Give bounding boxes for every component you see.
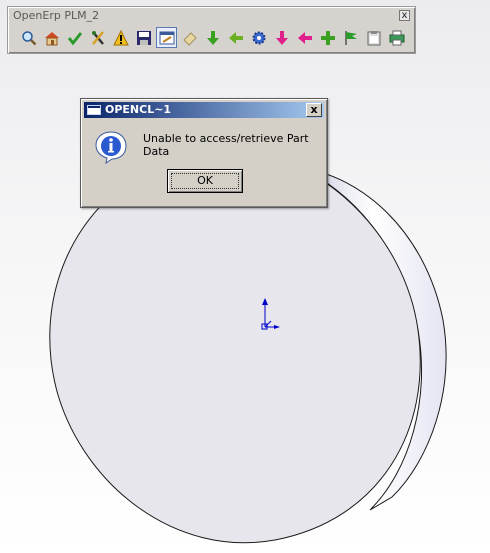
- edit-window-button[interactable]: [156, 27, 177, 48]
- print-button[interactable]: [386, 27, 407, 48]
- plm-toolbar-window: OpenErp PLM_2 x: [7, 6, 416, 54]
- arrow-left-green-icon: [228, 31, 243, 44]
- toolbar-close-button[interactable]: x: [399, 10, 410, 21]
- warning-button[interactable]: [110, 27, 131, 48]
- info-icon: [94, 130, 128, 168]
- settings-button[interactable]: [248, 27, 269, 48]
- search-icon: [21, 30, 36, 45]
- clipboard-icon: [367, 30, 380, 45]
- dialog-title: OPENCL~1: [105, 103, 172, 116]
- printer-icon: [389, 30, 404, 45]
- dialog-titlebar[interactable]: OPENCL~1 x: [84, 102, 324, 118]
- model-viewport[interactable]: [0, 0, 490, 553]
- dialog-close-button[interactable]: x: [306, 103, 322, 117]
- error-dialog: OPENCL~1 x Unable to access/retrieve Par…: [80, 98, 328, 208]
- toolbar-buttons: [18, 27, 407, 49]
- save-icon: [136, 30, 151, 45]
- save-button[interactable]: [133, 27, 154, 48]
- back-magenta-button[interactable]: [294, 27, 315, 48]
- download-magenta-button[interactable]: [271, 27, 292, 48]
- plus-icon: [320, 30, 335, 45]
- arrow-left-magenta-icon: [297, 31, 312, 44]
- add-button[interactable]: [317, 27, 338, 48]
- clipboard-button[interactable]: [363, 27, 384, 48]
- download-green-button[interactable]: [202, 27, 223, 48]
- checkmark-icon: [67, 31, 82, 45]
- tools-button[interactable]: [87, 27, 108, 48]
- arrow-down-green-icon: [206, 30, 219, 45]
- flag-button[interactable]: [340, 27, 361, 48]
- flag-icon: [344, 30, 357, 45]
- tools-icon: [91, 30, 104, 45]
- window-icon: [87, 105, 101, 115]
- toolbar-title: OpenErp PLM_2: [13, 9, 100, 22]
- edit-window-icon: [159, 31, 174, 44]
- warning-icon: [112, 29, 129, 45]
- check-button[interactable]: [64, 27, 85, 48]
- eraser-button[interactable]: [179, 27, 200, 48]
- search-button[interactable]: [18, 27, 39, 48]
- ok-button[interactable]: OK: [167, 169, 243, 193]
- home-icon: [44, 31, 59, 45]
- home-button[interactable]: [41, 27, 62, 48]
- dialog-message: Unable to access/retrieve Part Data: [143, 132, 309, 158]
- eraser-icon: [182, 31, 197, 46]
- arrow-down-magenta-icon: [275, 30, 288, 45]
- back-green-button[interactable]: [225, 27, 246, 48]
- gear-icon: [252, 31, 265, 44]
